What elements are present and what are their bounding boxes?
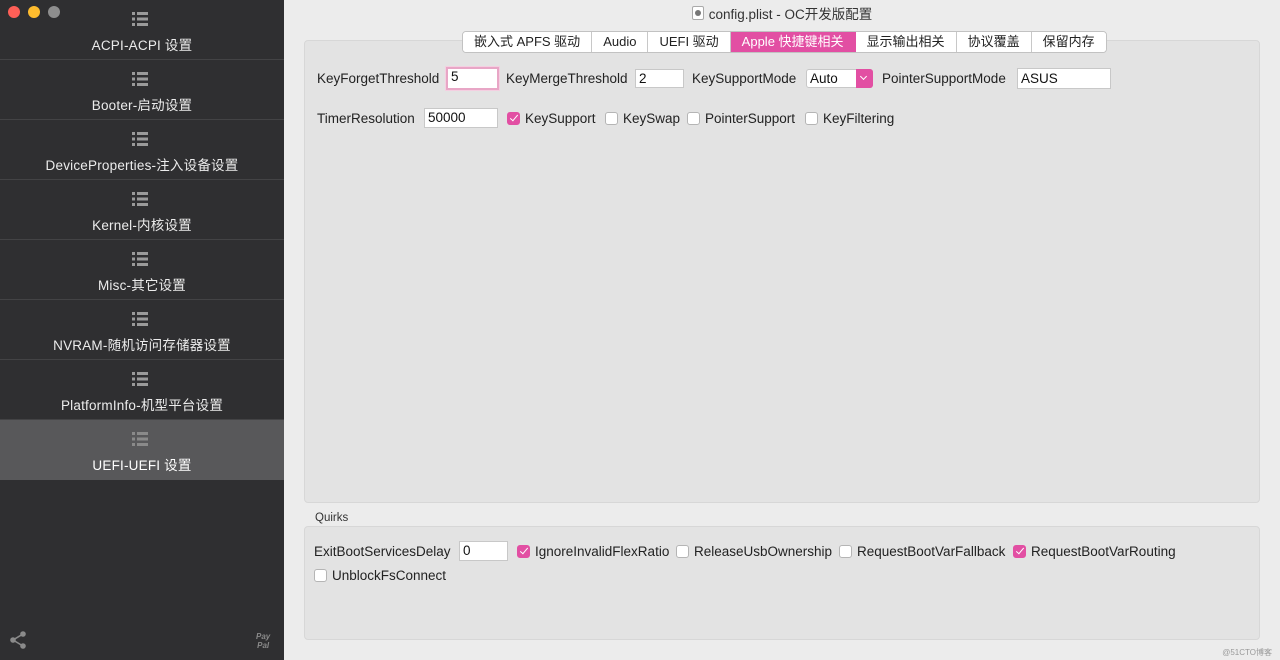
request-boot-var-fallback-checkbox[interactable]: RequestBootVarFallback xyxy=(839,543,1005,559)
release-usb-ownership-label: ReleaseUsbOwnership xyxy=(694,543,833,559)
checkbox-box xyxy=(687,111,700,125)
tab-bar: 嵌入式 APFS 驱动 Audio UEFI 驱动 Apple 快捷键相关 显示… xyxy=(462,31,1107,53)
sidebar: ACPI-ACPI 设置 Booter-启动设置 DevicePropertie… xyxy=(0,0,284,660)
sidebar-item-kernel[interactable]: Kernel-内核设置 xyxy=(0,180,284,240)
checkbox-box xyxy=(517,544,530,558)
tab-apple-input[interactable]: Apple 快捷键相关 xyxy=(730,32,856,52)
tab-audio[interactable]: Audio xyxy=(592,32,649,52)
sidebar-item-misc[interactable]: Misc-其它设置 xyxy=(0,240,284,300)
main-content: config.plist - OC开发版配置 嵌入式 APFS 驱动 Audio… xyxy=(284,0,1280,660)
tab-output[interactable]: 显示输出相关 xyxy=(855,32,957,52)
request-boot-var-routing-label: RequestBootVarRouting xyxy=(1031,543,1176,559)
exit-boot-services-delay-input[interactable]: 0 xyxy=(459,541,508,561)
paypal-logo-line1: Pay xyxy=(256,632,271,641)
pointer-support-mode-label: PointerSupportMode xyxy=(882,71,1006,86)
timer-resolution-label: TimerResolution xyxy=(317,111,415,126)
key-swap-checkbox[interactable]: KeySwap xyxy=(605,110,680,126)
release-usb-ownership-checkbox[interactable]: ReleaseUsbOwnership xyxy=(676,543,832,559)
paypal-logo[interactable]: Pay Pal xyxy=(256,632,270,650)
list-icon xyxy=(132,432,148,446)
sidebar-item-label: Kernel-内核设置 xyxy=(92,218,192,233)
list-icon xyxy=(132,132,148,146)
list-icon xyxy=(132,252,148,266)
checkbox-box xyxy=(805,111,818,125)
tab-uefi-drivers[interactable]: UEFI 驱动 xyxy=(648,32,731,52)
key-support-label: KeySupport xyxy=(525,110,596,126)
unblock-fs-connect-checkbox[interactable]: UnblockFsConnect xyxy=(314,567,446,583)
tab-apfs[interactable]: 嵌入式 APFS 驱动 xyxy=(463,32,593,52)
tab-reserved-memory[interactable]: 保留内存 xyxy=(1031,32,1106,52)
zoom-window-button[interactable] xyxy=(48,6,60,18)
list-icon xyxy=(132,72,148,86)
exit-boot-services-delay-label: ExitBootServicesDelay xyxy=(314,544,451,559)
list-icon xyxy=(132,192,148,206)
key-support-mode-value: Auto xyxy=(810,71,838,86)
key-forget-threshold-input[interactable]: 5 xyxy=(446,67,499,90)
key-filtering-checkbox[interactable]: KeyFiltering xyxy=(805,110,894,126)
checkbox-box xyxy=(605,111,618,125)
key-swap-label: KeySwap xyxy=(623,110,681,126)
sidebar-item-label: PlatformInfo-机型平台设置 xyxy=(60,398,224,413)
list-icon xyxy=(132,372,148,386)
sidebar-item-label: Booter-启动设置 xyxy=(91,98,193,113)
sidebar-item-booter[interactable]: Booter-启动设置 xyxy=(0,60,284,120)
chevron-down-icon xyxy=(856,69,873,88)
sidebar-item-deviceproperties[interactable]: DeviceProperties-注入设备设置 xyxy=(0,120,284,180)
checkbox-box xyxy=(676,544,689,558)
list-icon xyxy=(132,312,148,326)
ignore-invalid-flex-ratio-label: IgnoreInvalidFlexRatio xyxy=(535,543,670,559)
timer-resolution-input[interactable]: 50000 xyxy=(424,108,498,128)
sidebar-item-label: Misc-其它设置 xyxy=(97,278,187,293)
list-icon xyxy=(132,12,148,26)
pointer-support-mode-input[interactable]: ASUS xyxy=(1017,68,1111,89)
request-boot-var-fallback-label: RequestBootVarFallback xyxy=(857,543,1006,559)
key-support-checkbox[interactable]: KeySupport xyxy=(507,110,596,126)
sidebar-item-uefi[interactable]: UEFI-UEFI 设置 xyxy=(0,420,284,480)
sidebar-item-label: ACPI-ACPI 设置 xyxy=(91,38,193,53)
request-boot-var-routing-checkbox[interactable]: RequestBootVarRouting xyxy=(1013,543,1176,559)
pointer-support-checkbox[interactable]: PointerSupport xyxy=(687,110,795,126)
ignore-invalid-flex-ratio-checkbox[interactable]: IgnoreInvalidFlexRatio xyxy=(517,543,669,559)
checkbox-box xyxy=(314,568,327,582)
key-support-mode-select[interactable]: Auto xyxy=(806,69,873,88)
document-icon xyxy=(691,6,704,20)
watermark: @51CTO博客 xyxy=(1222,648,1272,657)
sidebar-item-label: UEFI-UEFI 设置 xyxy=(92,458,192,473)
sidebar-nav: ACPI-ACPI 设置 Booter-启动设置 DevicePropertie… xyxy=(0,0,284,480)
minimize-window-button[interactable] xyxy=(28,6,40,18)
key-support-mode-label: KeySupportMode xyxy=(692,71,797,86)
key-forget-threshold-label: KeyForgetThreshold xyxy=(317,71,440,86)
sidebar-item-platforminfo[interactable]: PlatformInfo-机型平台设置 xyxy=(0,360,284,420)
window-title: config.plist - OC开发版配置 xyxy=(708,7,873,22)
sidebar-item-nvram[interactable]: NVRAM-随机访问存储器设置 xyxy=(0,300,284,360)
unblock-fs-connect-label: UnblockFsConnect xyxy=(332,567,447,583)
close-window-button[interactable] xyxy=(8,6,20,18)
paypal-logo-line2: Pal xyxy=(257,641,270,650)
key-filtering-label: KeyFiltering xyxy=(823,110,895,126)
checkbox-box xyxy=(839,544,852,558)
quirks-title: Quirks xyxy=(315,512,349,524)
window-controls xyxy=(8,6,60,18)
share-icon[interactable] xyxy=(8,630,28,650)
tab-protocols[interactable]: 协议覆盖 xyxy=(956,32,1032,52)
window-title-bar: config.plist - OC开发版配置 xyxy=(284,3,1280,23)
checkbox-box xyxy=(1013,544,1026,558)
key-merge-threshold-label: KeyMergeThreshold xyxy=(506,71,628,86)
sidebar-item-label: NVRAM-随机访问存储器设置 xyxy=(53,338,231,353)
key-merge-threshold-input[interactable]: 2 xyxy=(635,69,684,88)
pointer-support-label: PointerSupport xyxy=(705,110,796,126)
checkbox-box xyxy=(507,111,520,125)
sidebar-item-label: DeviceProperties-注入设备设置 xyxy=(45,158,239,173)
